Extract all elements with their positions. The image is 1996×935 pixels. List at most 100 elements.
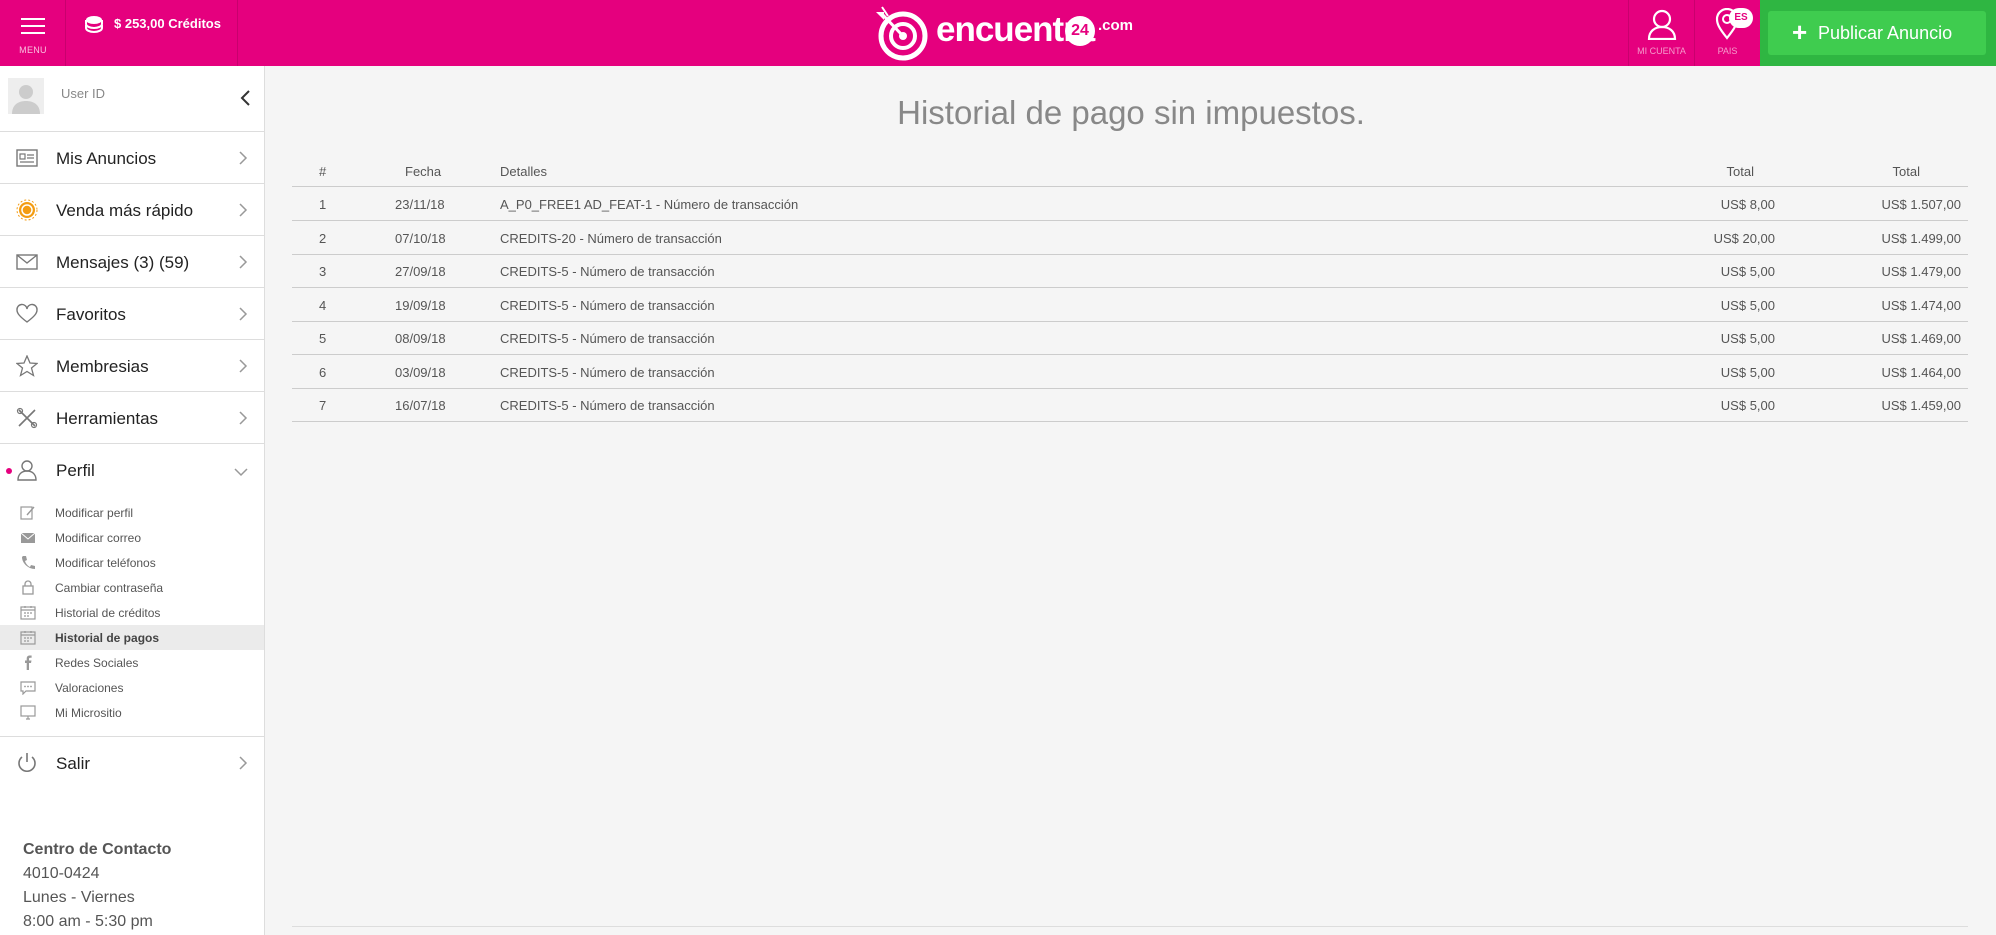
tools-icon — [16, 407, 38, 429]
contact-phone: 4010-0424 — [23, 865, 100, 882]
chevron-right-icon — [239, 203, 248, 217]
nav-label: Venda más rápido — [56, 201, 194, 220]
col-date: Fecha — [405, 164, 442, 179]
sub-modificar-perfil[interactable]: Modificar perfil — [0, 500, 264, 525]
active-indicator — [6, 468, 12, 474]
contact-center: Centro de Contacto 4010-0424 Lunes - Vie… — [23, 838, 171, 934]
lock-icon — [22, 580, 34, 595]
contact-title: Centro de Contacto — [23, 841, 172, 858]
sub-modificar-telefonos[interactable]: Modificar teléfonos — [0, 550, 264, 575]
sub-redes-sociales[interactable]: Redes Sociales — [0, 650, 264, 675]
row-total: US$ 5,00 — [1720, 364, 1775, 380]
nav-salir[interactable]: Salir — [0, 736, 264, 788]
sub-cambiar-contrasena[interactable]: Cambiar contraseña — [0, 575, 264, 600]
row-num: 7 — [319, 398, 327, 413]
site-logo[interactable]: encuentra 24 .com — [870, 2, 1140, 64]
row-total-balance: US$ 1.459,00 — [1881, 398, 1961, 413]
my-account-label: MI CUENTA — [1637, 46, 1686, 56]
table-row: 6 03/09/18 CREDITS-5 - Número de transacci… — [292, 356, 1968, 389]
user-row: User ID — [0, 66, 264, 132]
row-num: 1 — [319, 197, 327, 212]
nav-label: Perfil — [56, 461, 95, 480]
publish-ad-label: Publicar Anuncio — [1818, 23, 1953, 43]
row-details: CREDITS-5 - Número de transacción — [500, 331, 715, 346]
nav-label: Mensajes (3) (59) — [56, 253, 190, 272]
ads-list-icon — [16, 149, 38, 167]
user-icon — [17, 460, 37, 481]
nav-label: Herramientas — [56, 409, 159, 428]
phone-icon — [22, 556, 35, 569]
country-label: PAIS — [1717, 46, 1738, 56]
sub-label: Valoraciones — [55, 681, 124, 695]
row-num: 5 — [319, 331, 327, 346]
sub-label: Modificar teléfonos — [55, 556, 156, 570]
comment-icon — [20, 681, 36, 695]
country-button[interactable]: ES PAIS — [1694, 0, 1760, 66]
sub-modificar-correo[interactable]: Modificar correo — [0, 525, 264, 550]
publish-ad-button[interactable]: + Publicar Anuncio — [1768, 11, 1986, 55]
nav-favoritos[interactable]: Favoritos — [0, 288, 264, 340]
credits-balance[interactable]: $ 253,00 Créditos — [66, 0, 238, 66]
nav-herramientas[interactable]: Herramientas — [0, 392, 264, 444]
nav-perfil[interactable]: Perfil — [0, 444, 264, 496]
content-divider — [292, 926, 1968, 927]
row-date: 27/09/18 — [395, 264, 446, 279]
row-details: CREDITS-5 - Número de transacción — [500, 297, 715, 313]
row-total-balance: US$ 1.499,00 — [1881, 230, 1961, 246]
chevron-right-icon — [239, 151, 248, 165]
row-details: CREDITS-5 - Número de transacción — [500, 364, 715, 380]
row-details: CREDITS-5 - Número de transacción — [500, 264, 715, 279]
page-title: Historial de pago sin impuestos. — [897, 94, 1365, 131]
row-date: 16/07/18 — [395, 398, 446, 413]
row-total: US$ 5,00 — [1720, 331, 1775, 346]
sub-valoraciones[interactable]: Valoraciones — [0, 675, 264, 700]
nav-mis-anuncios[interactable]: Mis Anuncios — [0, 132, 264, 184]
user-id: User ID — [61, 86, 106, 101]
contact-hours: 8:00 am - 5:30 pm — [23, 913, 153, 930]
row-date: 23/11/18 — [395, 197, 445, 212]
row-total-balance: US$ 1.474,00 — [1881, 297, 1961, 313]
row-total-balance: US$ 1.464,00 — [1881, 364, 1961, 380]
sidebar: User ID Mis Anuncios Venda más rápido Me… — [0, 66, 265, 935]
chevron-right-icon — [239, 411, 248, 425]
sub-label: Modificar perfil — [55, 506, 134, 520]
heart-icon — [16, 303, 38, 323]
coins-icon — [85, 16, 103, 33]
chevron-right-icon — [239, 359, 248, 373]
sub-mi-micrositio[interactable]: Mi Micrositio — [0, 700, 264, 725]
row-date: 19/09/18 — [395, 297, 446, 313]
table-row: 4 19/09/18 CREDITS-5 - Número de transacci… — [292, 289, 1968, 322]
menu-button[interactable]: MENU — [0, 0, 66, 66]
mail-icon — [20, 532, 36, 543]
chevron-right-icon — [239, 255, 248, 269]
nav-venda-mas-rapido[interactable]: Venda más rápido — [0, 184, 264, 236]
nav-membresias[interactable]: Membresias — [0, 340, 264, 392]
sub-historial-creditos[interactable]: Historial de créditos — [0, 600, 264, 625]
my-account-button[interactable]: MI CUENTA — [1628, 0, 1694, 66]
avatar-icon — [8, 78, 44, 114]
table-row: 2 07/10/18 CREDITS-20 - Número de transacc… — [292, 222, 1968, 255]
row-num: 6 — [319, 364, 327, 380]
sub-label: Redes Sociales — [55, 656, 139, 670]
chevron-right-icon — [239, 756, 248, 770]
row-total: US$ 5,00 — [1720, 398, 1775, 413]
collapse-sidebar-icon[interactable] — [236, 88, 256, 108]
star-icon — [16, 355, 38, 377]
hamburger-icon — [21, 18, 45, 34]
row-total-balance: US$ 1.469,00 — [1881, 331, 1961, 346]
row-total: US$ 5,00 — [1720, 297, 1775, 313]
calendar-icon — [20, 631, 36, 645]
row-total: US$ 8,00 — [1720, 197, 1775, 212]
nav-mensajes[interactable]: Mensajes (3) (59) — [0, 236, 264, 288]
row-num: 4 — [319, 297, 327, 313]
row-total: US$ 20,00 — [1713, 230, 1775, 246]
sub-historial-pagos[interactable]: Historial de pagos — [0, 625, 264, 650]
menu-label: MENU — [19, 45, 47, 55]
nav-label: Mis Anuncios — [56, 149, 157, 168]
row-total-balance: US$ 1.479,00 — [1881, 264, 1961, 279]
nav-label: Membresias — [56, 357, 149, 376]
contact-days: Lunes - Viernes — [23, 889, 135, 906]
table-row: 5 08/09/18 CREDITS-5 - Número de transacci… — [292, 322, 1968, 355]
language-badge: ES — [1729, 8, 1753, 28]
col-total: Total — [1726, 164, 1754, 179]
